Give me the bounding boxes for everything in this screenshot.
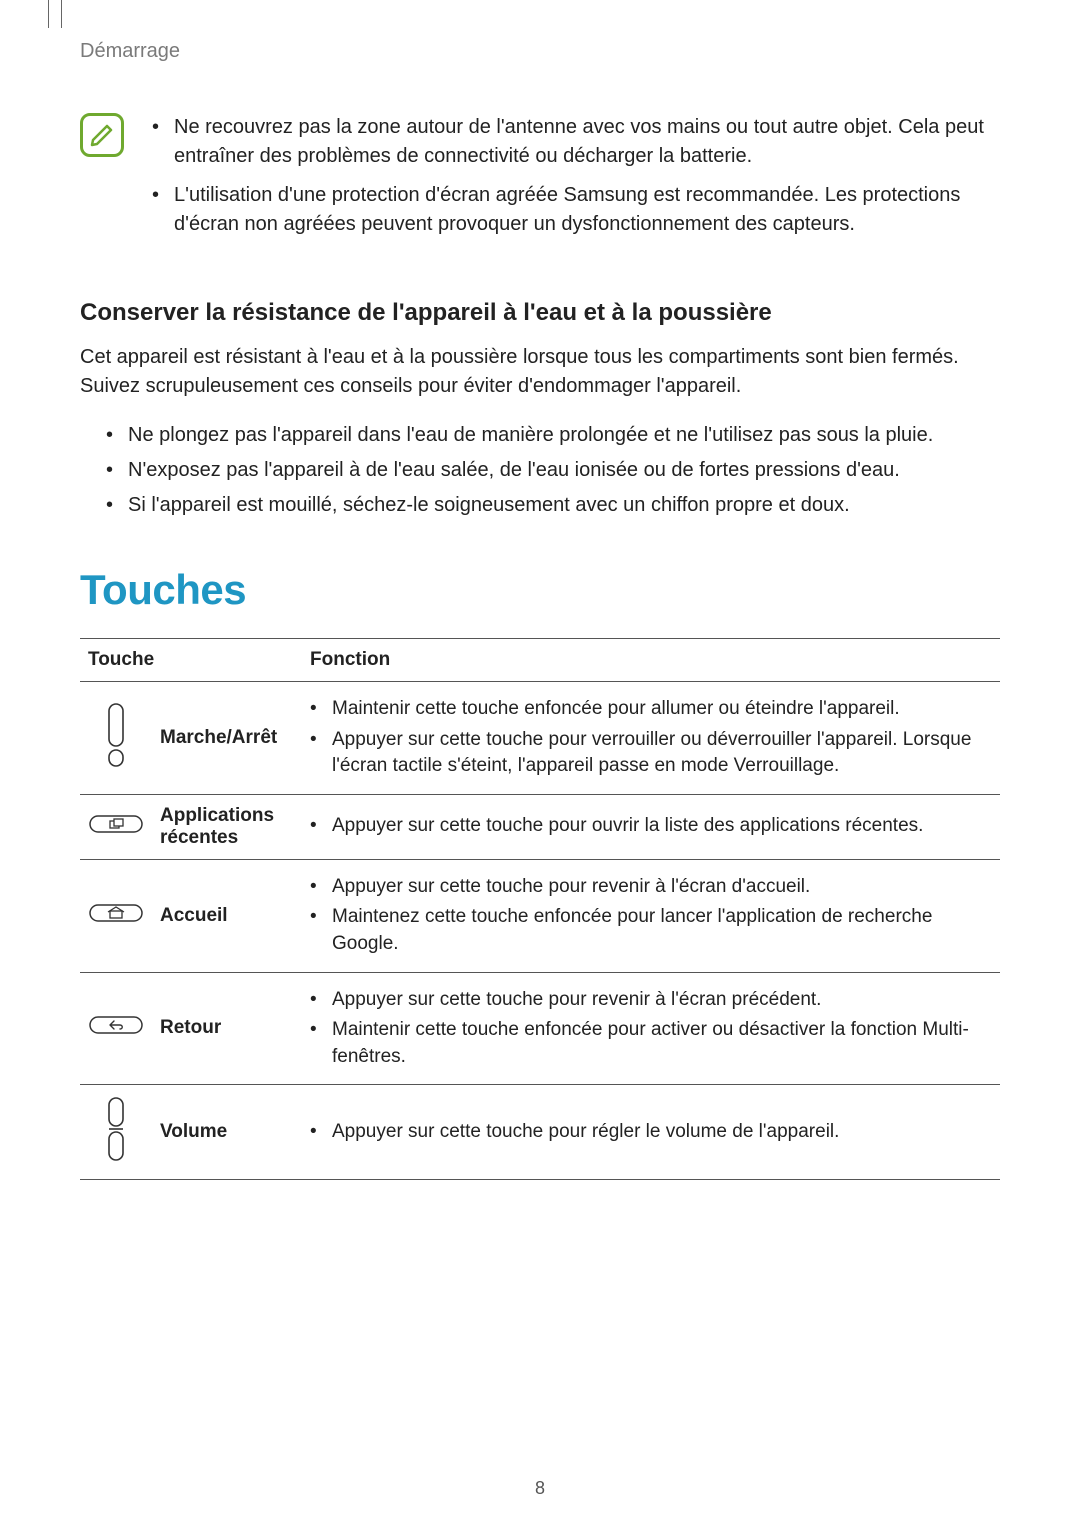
table-row: Accueil Appuyer sur cette touche pour re… xyxy=(80,859,1000,972)
volume-button-icon xyxy=(104,1095,128,1163)
table-header-key: Touche xyxy=(80,639,302,682)
breadcrumb: Démarrage xyxy=(80,40,1000,63)
fn-item: Appuyer sur cette touche pour revenir à … xyxy=(310,987,992,1014)
intro-paragraph: Cet appareil est résistant à l'eau et à … xyxy=(80,343,1000,401)
note-block: Ne recouvrez pas la zone autour de l'ant… xyxy=(80,113,1000,249)
recent-apps-icon xyxy=(88,812,144,836)
fn-item: Appuyer sur cette touche pour ouvrir la … xyxy=(310,813,992,840)
table-row: Applications récentes Appuyer sur cette … xyxy=(80,794,1000,859)
page-tab-decor xyxy=(48,0,62,28)
key-functions: Appuyer sur cette touche pour ouvrir la … xyxy=(302,794,1000,859)
page-content: Démarrage Ne recouvrez pas la zone autou… xyxy=(0,0,1080,1240)
key-label: Accueil xyxy=(152,859,302,972)
tip-item: Si l'appareil est mouillé, séchez-le soi… xyxy=(106,491,1000,520)
subheading-waterproof: Conserver la résistance de l'appareil à … xyxy=(80,299,1000,327)
tip-item: Ne plongez pas l'appareil dans l'eau de … xyxy=(106,421,1000,450)
fn-item: Appuyer sur cette touche pour revenir à … xyxy=(310,874,992,901)
key-functions: Maintenir cette touche enfoncée pour all… xyxy=(302,682,1000,795)
key-label: Volume xyxy=(152,1085,302,1180)
key-label: Retour xyxy=(152,972,302,1085)
section-title-touches: Touches xyxy=(80,566,1000,614)
table-row: Retour Appuyer sur cette touche pour rev… xyxy=(80,972,1000,1085)
key-functions: Appuyer sur cette touche pour revenir à … xyxy=(302,859,1000,972)
fn-item: Maintenir cette touche enfoncée pour all… xyxy=(310,696,992,723)
fn-item: Appuyer sur cette touche pour verrouille… xyxy=(310,727,992,780)
note-bullet-list: Ne recouvrez pas la zone autour de l'ant… xyxy=(152,113,1000,249)
table-row: Marche/Arrêt Maintenir cette touche enfo… xyxy=(80,682,1000,795)
table-header-function: Fonction xyxy=(302,639,1000,682)
page-number: 8 xyxy=(0,1478,1080,1499)
note-icon xyxy=(80,113,124,157)
key-icon-cell xyxy=(80,794,152,859)
key-functions: Appuyer sur cette touche pour revenir à … xyxy=(302,972,1000,1085)
fn-item: Maintenez cette touche enfoncée pour lan… xyxy=(310,904,992,957)
back-button-icon xyxy=(88,1013,144,1037)
fn-item: Maintenir cette touche enfoncée pour act… xyxy=(310,1017,992,1070)
tip-item: N'exposez pas l'appareil à de l'eau salé… xyxy=(106,456,1000,485)
note-icon-wrap xyxy=(80,113,128,249)
key-icon-cell xyxy=(80,972,152,1085)
key-label: Applications récentes xyxy=(152,794,302,859)
fn-item: Appuyer sur cette touche pour régler le … xyxy=(310,1119,992,1146)
key-label: Marche/Arrêt xyxy=(152,682,302,795)
home-button-icon xyxy=(88,901,144,925)
power-button-icon xyxy=(104,700,128,770)
keys-table: Touche Fonction Marche/Arrêt Maintenir c… xyxy=(80,638,1000,1180)
note-bullet: L'utilisation d'une protection d'écran a… xyxy=(152,181,1000,239)
key-icon-cell xyxy=(80,682,152,795)
key-icon-cell xyxy=(80,1085,152,1180)
note-bullet: Ne recouvrez pas la zone autour de l'ant… xyxy=(152,113,1000,171)
key-functions: Appuyer sur cette touche pour régler le … xyxy=(302,1085,1000,1180)
key-icon-cell xyxy=(80,859,152,972)
table-row: Volume Appuyer sur cette touche pour rég… xyxy=(80,1085,1000,1180)
pencil-note-icon xyxy=(89,122,115,148)
tips-list: Ne plongez pas l'appareil dans l'eau de … xyxy=(106,421,1000,520)
